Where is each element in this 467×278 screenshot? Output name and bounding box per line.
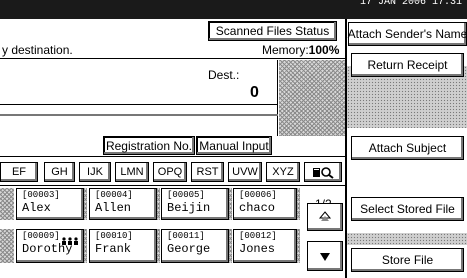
group-icon [61, 232, 79, 245]
destination-card[interactable]: [00003] Alex [16, 188, 84, 220]
card-hatch [229, 229, 232, 263]
memory-value: 100% [308, 43, 340, 57]
entry-number: [00006] [239, 190, 277, 200]
dest-shadow [0, 114, 278, 116]
destination-message-text: y destination. [2, 43, 73, 57]
destination-card[interactable]: [00006] chaco [233, 188, 297, 220]
card-hatch [157, 188, 160, 220]
scroll-down-icon [319, 251, 331, 261]
entry-name: Jones [239, 242, 276, 256]
hatched-panel [279, 60, 345, 136]
left-hatch-row2 [0, 229, 14, 263]
tab-ijk[interactable]: IJK [79, 162, 111, 182]
manual-input-button[interactable]: Manual Input [196, 136, 272, 155]
scroll-up-button[interactable] [307, 203, 343, 231]
dest-label: Dest.: [208, 68, 240, 82]
datetime: 17 JAN 2006 17:31 [360, 0, 463, 8]
destination-card[interactable]: [00010] Frank [89, 229, 157, 263]
entry-number: [00011] [167, 231, 205, 241]
dest-underline [0, 104, 278, 105]
card-hatch [297, 229, 300, 263]
entry-name: Dorothy [22, 242, 73, 256]
scroll-down-button[interactable] [307, 241, 343, 271]
entry-name: Frank [95, 242, 132, 256]
tab-ef[interactable]: EF [0, 162, 38, 182]
search-destination-button[interactable] [304, 162, 342, 182]
entry-name: George [167, 242, 211, 256]
entry-name: Alex [22, 201, 51, 215]
destination-card[interactable]: [00011] George [161, 229, 229, 263]
store-file-button[interactable]: Store File [351, 248, 464, 272]
card-hatch [297, 188, 300, 220]
left-hatch-row1 [0, 188, 14, 220]
entry-number: [00005] [167, 190, 205, 200]
tab-gh[interactable]: GH [44, 162, 75, 182]
separator-line [0, 156, 346, 157]
scroll-up-icon [318, 211, 332, 223]
tab-xyz[interactable]: XYZ [266, 162, 300, 182]
entry-name: chaco [239, 201, 276, 215]
entry-number: [00010] [95, 231, 133, 241]
return-receipt-button[interactable]: Return Receipt [351, 53, 464, 77]
entry-name: Allen [95, 201, 132, 215]
tab-rst[interactable]: RST [191, 162, 224, 182]
tabs-underline [0, 185, 346, 186]
entry-name: Beijin [167, 201, 211, 215]
destination-card[interactable]: [00004] Allen [89, 188, 157, 220]
entry-number: [00004] [95, 190, 133, 200]
card-hatch [157, 229, 160, 263]
tab-uvw[interactable]: UVW [228, 162, 262, 182]
entry-number: [00003] [22, 190, 60, 200]
attach-senders-name-button[interactable]: Attach Sender's Name [348, 22, 467, 46]
tab-lmn[interactable]: LMN [115, 162, 149, 182]
tab-opq[interactable]: OPQ [153, 162, 187, 182]
right-panel-pattern-bottom [347, 233, 467, 245]
select-stored-file-button[interactable]: Select Stored File [351, 197, 464, 221]
card-hatch [229, 188, 232, 220]
memory-indicator: Memory:100% [262, 43, 339, 57]
entry-number: [00012] [239, 231, 277, 241]
card-hatch [84, 188, 87, 220]
entry-number: [00009] [22, 231, 60, 241]
destination-card[interactable]: [00005] Beijin [161, 188, 229, 220]
destination-card[interactable]: [00009] Dorothy [16, 229, 84, 263]
attach-subject-button[interactable]: Attach Subject [351, 136, 464, 160]
scanned-files-status-button[interactable]: Scanned Files Status [208, 21, 337, 41]
destination-card[interactable]: [00012] Jones [233, 229, 297, 263]
memory-label: Memory: [262, 43, 309, 57]
book-search-icon [310, 165, 336, 179]
registration-no-button[interactable]: Registration No. [103, 136, 195, 155]
dest-count: 0 [250, 84, 259, 101]
card-hatch [84, 229, 87, 263]
